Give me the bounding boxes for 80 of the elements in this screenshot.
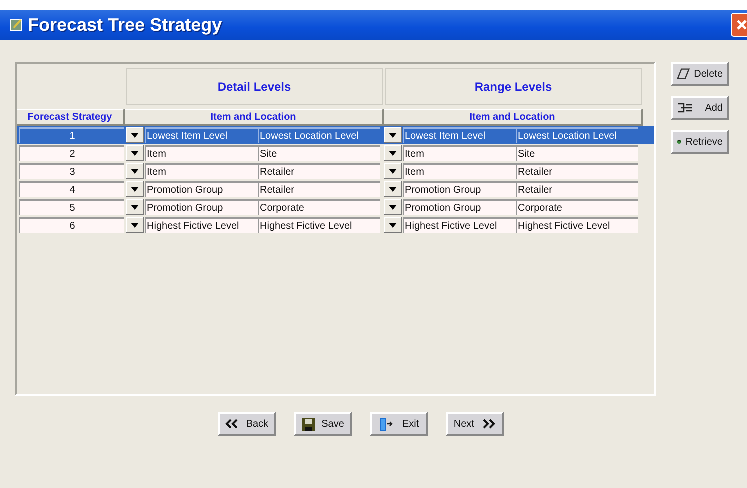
table-cell: Highest Fictive Level (145, 217, 258, 233)
double-chevron-right-icon (482, 419, 496, 429)
table-row[interactable]: 4 Promotion Group Retailer Promotion Group Retailer (17, 180, 654, 198)
table-row[interactable]: 3 Item Retailer Item Retailer (17, 162, 654, 180)
dropdown-button[interactable] (384, 181, 402, 197)
table-cell: Retailer (516, 181, 638, 197)
retrieve-button[interactable]: Retrieve (671, 130, 729, 154)
dropdown-arrow-icon (389, 150, 397, 156)
table-cell: Item (403, 145, 516, 161)
table-cell: Item (145, 145, 258, 161)
double-chevron-left-icon (225, 419, 240, 429)
dropdown-arrow-icon (131, 168, 139, 174)
column-header: Forecast Strategy (17, 109, 125, 126)
table-cell: Promotion Group (145, 181, 258, 197)
group-header: Detail Levels (126, 68, 383, 105)
table-cell: Retailer (258, 181, 380, 197)
dropdown-button[interactable] (384, 199, 402, 215)
dropdown-arrow-icon (131, 150, 139, 156)
dropdown-arrow-icon (131, 186, 139, 192)
table-cell: 3 (19, 163, 124, 179)
table-cell: Lowest Item Level (403, 127, 516, 143)
table-cell: Corporate (258, 199, 380, 215)
table-cell: Site (516, 145, 638, 161)
dropdown-button[interactable] (384, 127, 402, 143)
table-cell: Corporate (516, 199, 638, 215)
close-icon (736, 19, 747, 31)
table-cell: Lowest Location Level (258, 127, 380, 143)
table-cell: Item (403, 163, 516, 179)
table-cell: Promotion Group (145, 199, 258, 215)
table-cell: Retailer (516, 163, 638, 179)
table-cell: Highest Fictive Level (403, 217, 516, 233)
table-cell: Promotion Group (403, 181, 516, 197)
next-button[interactable]: Next (446, 412, 504, 436)
back-button[interactable]: Back (218, 412, 276, 436)
delete-button[interactable]: Delete (671, 62, 729, 86)
dropdown-button[interactable] (384, 163, 402, 179)
dropdown-button[interactable] (384, 217, 402, 233)
dropdown-button[interactable] (126, 163, 144, 179)
app-icon (10, 18, 24, 32)
table-cell: 5 (19, 199, 124, 215)
table-cell: 4 (19, 181, 124, 197)
table-cell: Promotion Group (403, 199, 516, 215)
table-cell: Retailer (258, 163, 380, 179)
table-cell: 6 (19, 217, 124, 233)
dropdown-arrow-icon (389, 132, 397, 138)
table-cell: Lowest Location Level (516, 127, 638, 143)
dropdown-arrow-icon (389, 186, 397, 192)
column-header: Item and Location (125, 109, 384, 126)
group-header: Range Levels (385, 68, 642, 105)
dropdown-arrow-icon (389, 222, 397, 228)
dropdown-button[interactable] (126, 145, 144, 161)
dropdown-button[interactable] (126, 217, 144, 233)
table-cell: Site (258, 145, 380, 161)
add-button[interactable]: Add (671, 96, 729, 120)
table-cell: Highest Fictive Level (258, 217, 380, 233)
dropdown-arrow-icon (131, 132, 139, 138)
add-row-icon (677, 102, 693, 114)
table-cell: Highest Fictive Level (516, 217, 638, 233)
save-button[interactable]: Save (294, 412, 352, 436)
window-title: Forecast Tree Strategy (28, 14, 224, 36)
table-row[interactable]: 2 Item Site Item Site (17, 144, 654, 162)
dropdown-arrow-icon (131, 222, 139, 228)
dropdown-arrow-icon (389, 168, 397, 174)
dropdown-button[interactable] (126, 199, 144, 215)
table-row[interactable]: 5 Promotion Group Corporate Promotion Group Corporate (17, 198, 654, 216)
table-cell: 1 (19, 127, 124, 143)
table-cell: Lowest Item Level (145, 127, 258, 143)
dropdown-button[interactable] (384, 145, 402, 161)
table-cell: Item (145, 163, 258, 179)
dropdown-button[interactable] (126, 127, 144, 143)
table-row[interactable]: 6 Highest Fictive Level Highest Fictive Level Highest Fictive Level Highest Fictive Level (17, 216, 654, 234)
dropdown-arrow-icon (389, 204, 397, 210)
door-icon (378, 418, 393, 430)
close-button[interactable] (731, 13, 747, 37)
dropdown-button[interactable] (126, 181, 144, 197)
column-header: Item and Location (384, 109, 643, 126)
table-cell: 2 (19, 145, 124, 161)
exit-button[interactable]: Exit (370, 412, 428, 436)
table-row[interactable]: 1 Lowest Item Level Lowest Location Level Lowest Item Level Lowest Location Level (17, 126, 654, 144)
dropdown-arrow-icon (131, 204, 139, 210)
